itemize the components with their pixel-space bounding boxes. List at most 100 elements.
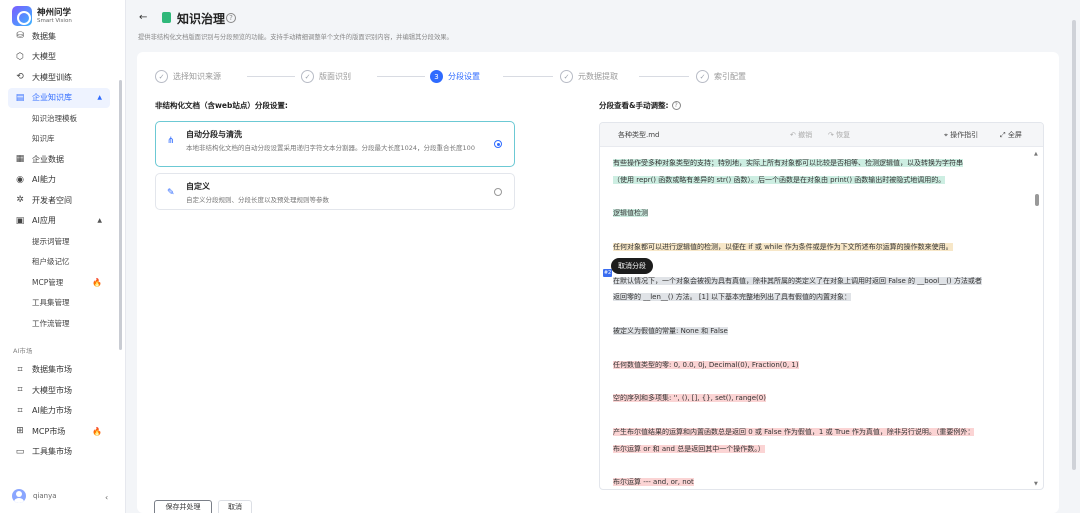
- cancel-button[interactable]: 取消: [218, 500, 252, 513]
- page-scrollbar[interactable]: [1072, 20, 1076, 470]
- step-layout-recognition[interactable]: ✓ 版面识别: [301, 70, 351, 83]
- sidebar-item-model-market[interactable]: ⌗ 大模型市场: [0, 380, 118, 401]
- segment-content[interactable]: 有些操作受多种对象类型的支持；特别地，实际上所有对象都可以比较是否相等、检测逻辑…: [613, 155, 1023, 489]
- sidebar-item-label: 提示词管理: [32, 236, 70, 246]
- fullscreen-label: 全屏: [1007, 131, 1022, 139]
- page-description: 提供非结构化文档版面识别与分段预览的功能。支持手动精细调整单个文件的版面识别内容…: [138, 34, 453, 41]
- sidebar-item-ai-ability[interactable]: ◉ AI能力: [0, 170, 118, 191]
- editor-toolbar: 各种类型.md ↶ 撤销 ↷ 恢复 ⌖ 操作指引 ⤢ 全屏: [600, 123, 1043, 147]
- sidebar-item-enterprise-data[interactable]: ▦ 企业数据: [0, 149, 118, 170]
- developer-icon: ✲: [16, 195, 24, 206]
- check-circle-icon: ✓: [696, 70, 709, 83]
- option-custom[interactable]: ✎ 自定义 自定义分段规则、分段长度以及预处理规则等参数: [155, 173, 515, 210]
- segment-text: 布尔运算 or 和 and 总是返回其中一个操作数。）: [613, 444, 765, 453]
- sidebar-item-knowledge-lib[interactable]: 知识库: [0, 129, 118, 150]
- guide-button[interactable]: ⌖ 操作指引: [944, 130, 978, 140]
- segment-line[interactable]: 逻辑值检测: [613, 205, 1023, 222]
- back-arrow-icon[interactable]: ←: [139, 12, 147, 23]
- brand-logo[interactable]: 神州问学 Smart Vision: [12, 6, 72, 26]
- segment-line[interactable]: 任何对象都可以进行逻辑值的检测，以便在 if 或 while 作为条件或是作为下…: [613, 239, 1023, 256]
- sidebar-item-label: 工具集市场: [32, 447, 72, 457]
- segment-line[interactable]: 任何数值类型的零: 0, 0.0, 0j, Decimal(0), Fracti…: [613, 357, 1023, 374]
- segment-line[interactable]: 布尔运算 or 和 and 总是返回其中一个操作数。）: [613, 441, 1023, 458]
- collapse-sidebar-icon[interactable]: ‹: [105, 493, 108, 502]
- fullscreen-button[interactable]: ⤢ 全屏: [1000, 130, 1022, 140]
- option-auto-segment[interactable]: ⋔ 自动分段与清洗 本地非结构化文档的自动分段设置采用递归字符文本分割器。分段最…: [155, 121, 515, 167]
- segment-text: 被定义为假值的常量: None 和 False: [613, 326, 728, 335]
- step-label: 版面识别: [319, 72, 351, 81]
- sidebar-item-mcp-market[interactable]: ⊞ MCP市场 🔥: [0, 421, 118, 442]
- segment-line[interactable]: 返回零的 __len__() 方法。 [1] 以下基本完整地列出了具有假值的内置…: [613, 289, 1023, 306]
- sidebar-item-label: MCP管理: [32, 277, 64, 287]
- fire-icon: 🔥: [92, 426, 102, 436]
- step-connector: [639, 76, 689, 77]
- scroll-thumb[interactable]: [1035, 194, 1039, 206]
- sidebar-scrollbar[interactable]: [119, 80, 122, 350]
- segment-line[interactable]: 空的序列和多项集: '', (), [], {}, set(), range(0…: [613, 390, 1023, 407]
- fire-icon: 🔥: [92, 277, 102, 287]
- help-icon[interactable]: ?: [226, 13, 236, 23]
- segment-line[interactable]: 有些操作受多种对象类型的支持；特别地，实际上所有对象都可以比较是否相等、检测逻辑…: [613, 155, 1023, 172]
- sidebar-item-knowledge-base[interactable]: ▤ 企业知识库 ▲: [8, 87, 110, 108]
- segment-text: 返回零的 __len__() 方法。 [1] 以下基本完整地列出了具有假值的内置…: [613, 293, 851, 302]
- sidebar-item-governance-template[interactable]: 知识治理模板: [0, 108, 118, 129]
- sidebar-item-toolset-mgmt[interactable]: 工具集管理: [0, 293, 118, 314]
- sidebar-item-label: 知识治理模板: [32, 113, 77, 123]
- step-connector: [247, 76, 295, 77]
- segment-line[interactable]: 在默认情况下，一个对象会被视为具有真值，除非其所属的类定义了在对象上调用时返回 …: [613, 273, 1023, 290]
- segment-text: 逻辑值检测: [613, 209, 648, 218]
- segment-line[interactable]: （使用 repr() 函数或略有差异的 str() 函数）。后一个函数是在对象由…: [613, 172, 1023, 189]
- ai-ability-icon: ◉: [16, 174, 24, 185]
- sidebar-item-model-training[interactable]: ⟲ 大模型训练: [0, 67, 118, 88]
- save-and-process-button[interactable]: 保存并处理: [154, 500, 212, 513]
- undo-button[interactable]: ↶ 撤销: [790, 130, 812, 140]
- step-label: 选择知识来源: [173, 72, 221, 81]
- radio-unselected[interactable]: [494, 187, 502, 196]
- redo-button[interactable]: ↷ 恢复: [828, 130, 850, 140]
- help-icon[interactable]: ?: [671, 101, 681, 110]
- user-profile[interactable]: qianya: [12, 489, 57, 503]
- segment-text: 有些操作受多种对象类型的支持；特别地，实际上所有对象都可以比较是否相等、检测逻辑…: [613, 159, 963, 167]
- sidebar-item-models[interactable]: ⬡ 大模型: [0, 47, 118, 68]
- editor-scrollbar[interactable]: ▲ ▼: [1034, 149, 1040, 489]
- step-number: 3: [430, 70, 443, 83]
- sidebar-item-tenant-memory[interactable]: 租户级记忆: [0, 252, 118, 273]
- step-metadata-extraction[interactable]: ✓ 元数据提取: [560, 70, 618, 83]
- sidebar-item-prompt-mgmt[interactable]: 提示词管理: [0, 231, 118, 252]
- segment-line[interactable]: 被定义为假值的常量: None 和 False: [613, 323, 1023, 340]
- sidebar-item-label: 大模型: [32, 52, 56, 62]
- sidebar-item-label: 开发者空间: [32, 195, 72, 205]
- sidebar-item-ai-apps[interactable]: ▣ AI应用 ▲: [0, 211, 118, 232]
- sidebar-item-mcp-mgmt[interactable]: MCP管理 🔥: [0, 272, 118, 293]
- sidebar-item-workflow-mgmt[interactable]: 工作流管理: [0, 313, 118, 334]
- share-nodes-icon: ⋔: [167, 136, 175, 146]
- scroll-up-icon[interactable]: ▲: [1034, 151, 1038, 157]
- segment-text: 空的序列和多项集: '', (), [], {}, set(), range(0…: [613, 394, 766, 403]
- option-description: 自定义分段规则、分段长度以及预处理规则等参数: [186, 196, 329, 204]
- step-select-source[interactable]: ✓ 选择知识来源: [155, 70, 221, 83]
- redo-label: 恢复: [836, 131, 851, 139]
- sidebar-item-ai-ability-market[interactable]: ⌗ AI能力市场: [0, 401, 118, 422]
- step-segment-settings[interactable]: 3 分段设置: [430, 70, 480, 83]
- radio-selected[interactable]: [494, 140, 502, 148]
- segment-editor[interactable]: 各种类型.md ↶ 撤销 ↷ 恢复 ⌖ 操作指引 ⤢ 全屏 有些操作受多种对象类…: [599, 122, 1044, 490]
- sidebar-item-dataset-market[interactable]: ⌗ 数据集市场: [0, 360, 118, 381]
- scroll-down-icon[interactable]: ▼: [1034, 481, 1038, 487]
- segment-text: 任何对象都可以进行逻辑值的检测，以便在 if 或 while 作为条件或是作为下…: [613, 242, 953, 251]
- page-header: ← 知识治理 ? 提供非结构化文档版面识别与分段预览的功能。支持手动精细调整单个…: [126, 0, 1080, 48]
- sidebar-item-datasets[interactable]: ⛁ 数据集: [0, 26, 118, 47]
- step-connector: [503, 76, 553, 77]
- cancel-segment-tooltip[interactable]: 取消分段: [611, 258, 653, 274]
- segment-line[interactable]: 布尔运算 --- and, or, not: [613, 474, 1023, 489]
- check-circle-icon: ✓: [155, 70, 168, 83]
- sidebar-item-label: 租户级记忆: [32, 257, 70, 267]
- document-icon: [162, 12, 171, 23]
- segment-line[interactable]: 产生布尔值结果的运算和内置函数总是返回 0 或 False 作为假值，1 或 T…: [613, 424, 1023, 441]
- segment-badge: #2: [603, 269, 612, 277]
- brand-name: 神州问学: [37, 7, 72, 18]
- sidebar-item-toolset-market[interactable]: ▭ 工具集市场: [0, 442, 118, 463]
- sidebar-item-developer-space[interactable]: ✲ 开发者空间: [0, 190, 118, 211]
- step-index-config[interactable]: ✓ 索引配置: [696, 70, 746, 83]
